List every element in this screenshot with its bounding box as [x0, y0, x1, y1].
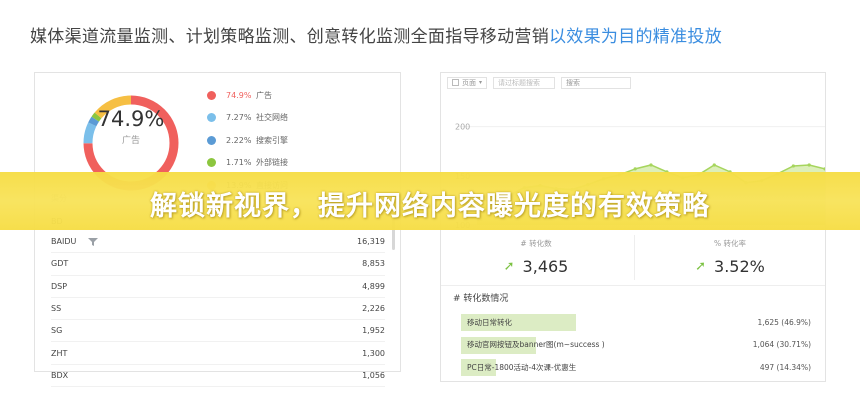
donut-center-value: 74.9%	[97, 107, 165, 131]
legend-pct: 74.9%	[226, 90, 252, 100]
row-name: BDX	[51, 370, 69, 380]
conversion-bar-row[interactable]: 移动官网按钮及banner图(m~success ) 1,064 (30.71%)	[461, 334, 811, 357]
data-point[interactable]	[807, 163, 811, 167]
chevron-down-icon: ▾	[479, 79, 483, 86]
conversion-bar-row[interactable]: PC日常-1800活动-4次课-优惠生 497 (14.34%)	[461, 356, 811, 379]
toolbar: 页面 ▾ 请过标题搜索 搜索	[447, 76, 637, 89]
data-point[interactable]	[712, 163, 716, 167]
bar-value: 1,064 (30.71%)	[752, 340, 811, 350]
metric-conversions-label: # 转化数	[520, 239, 552, 248]
row-name: SG	[51, 326, 63, 336]
legend-item[interactable]: 1.71% 外部链接	[207, 152, 288, 175]
legend-label: 广告	[256, 90, 272, 100]
legend-pct: 7.27%	[226, 113, 252, 123]
trend-up-icon: ➚	[503, 259, 515, 274]
donut-center: 74.9% 广告	[61, 107, 201, 146]
filter-icon[interactable]	[88, 237, 99, 247]
bar-value: 1,625 (46.9%)	[757, 317, 811, 327]
legend-item[interactable]: 2.22% 搜索引擎	[207, 129, 288, 152]
legend-dot	[207, 90, 216, 100]
conversion-bars: 移动日常转化 1,625 (46.9%) 移动官网按钮及banner图(m~succ…	[461, 311, 811, 379]
legend-dot	[207, 158, 216, 168]
legend-dot	[207, 135, 216, 145]
table-row[interactable]: BDX 1,056	[51, 365, 385, 388]
metric-conversions: # 转化数 ➚ 3,465	[441, 238, 631, 276]
table-row[interactable]: SS 2,226	[51, 298, 385, 321]
channel-table: BAIDU 16,319 GDT 8,853 DSP 4,899 SS 2,226 SG 1,95…	[51, 231, 385, 388]
row-name: SS	[51, 304, 62, 314]
legend-pct: 1.71%	[226, 158, 252, 168]
row-value: 1,056	[362, 370, 385, 380]
row-value: 4,899	[362, 281, 385, 291]
section-divider	[441, 285, 825, 286]
row-name: ZHT	[51, 348, 68, 358]
legend-label: 搜索引擎	[256, 135, 288, 145]
row-value: 2,226	[362, 304, 385, 314]
row-value: 8,853	[362, 259, 385, 269]
table-row[interactable]: ZHT 1,300	[51, 342, 385, 365]
row-name: GDT	[51, 259, 69, 269]
data-point[interactable]	[633, 167, 637, 171]
metric-rate-label: % 转化率	[713, 239, 746, 248]
metric-conversion-rate: % 转化率 ➚ 3.52%	[635, 238, 825, 276]
legend-item[interactable]: 74.9% 广告	[207, 84, 288, 107]
row-value: 16,319	[357, 237, 385, 247]
data-point[interactable]	[791, 164, 795, 168]
legend-item[interactable]: 7.27% 社交网络	[207, 107, 288, 130]
conversion-bar-row[interactable]: 移动日常转化 1,625 (46.9%)	[461, 311, 811, 334]
table-row[interactable]: BAIDU 16,319	[51, 231, 385, 254]
legend-pct: 2.22%	[226, 135, 252, 145]
page-select[interactable]: 页面 ▾	[447, 76, 488, 89]
page-select-label: 页面	[462, 78, 476, 87]
bar-label: 移动日常转化	[467, 317, 512, 327]
headline: 媒体渠道流量监测、计划策略监测、创意转化监测全面指导移动营销以效果为目的精准投放	[30, 22, 722, 47]
table-row[interactable]: SG 1,952	[51, 320, 385, 343]
table-row[interactable]: GDT 8,853	[51, 253, 385, 276]
bar-label: 移动官网按钮及banner图(m~success )	[467, 340, 605, 350]
row-name: DSP	[51, 281, 68, 291]
data-point[interactable]	[649, 163, 653, 167]
legend-dot	[207, 113, 216, 123]
trend-up-icon: ➚	[695, 259, 707, 274]
y-tick-label: 200	[455, 123, 470, 132]
metric-rate-value: 3.52%	[714, 257, 765, 276]
bar-label: PC日常-1800活动-4次课-优惠生	[467, 362, 577, 372]
headline-highlight: 以效果为目的精准投放	[549, 27, 722, 47]
banner-title: 解锁新视界，提升网络内容曝光度的有效策略	[150, 191, 710, 222]
search-button[interactable]: 搜索	[561, 76, 632, 89]
section-title: # 转化数情况	[453, 294, 509, 304]
legend-label: 社交网络	[256, 113, 288, 123]
title-search-input[interactable]: 请过标题搜索	[493, 76, 556, 89]
table-row[interactable]: DSP 4,899	[51, 276, 385, 298]
row-value: 1,952	[362, 326, 385, 336]
donut-center-label: 广告	[121, 136, 140, 146]
row-value: 1,300	[362, 348, 385, 358]
headline-main: 媒体渠道流量监测、计划策略监测、创意转化监测全面指导移动营销	[30, 27, 549, 47]
page-icon	[452, 79, 459, 86]
row-name: BAIDU	[51, 237, 77, 247]
bar-value: 497 (14.34%)	[759, 362, 811, 372]
legend-label: 外部链接	[256, 158, 288, 168]
metric-conversions-value: 3,465	[522, 257, 569, 276]
